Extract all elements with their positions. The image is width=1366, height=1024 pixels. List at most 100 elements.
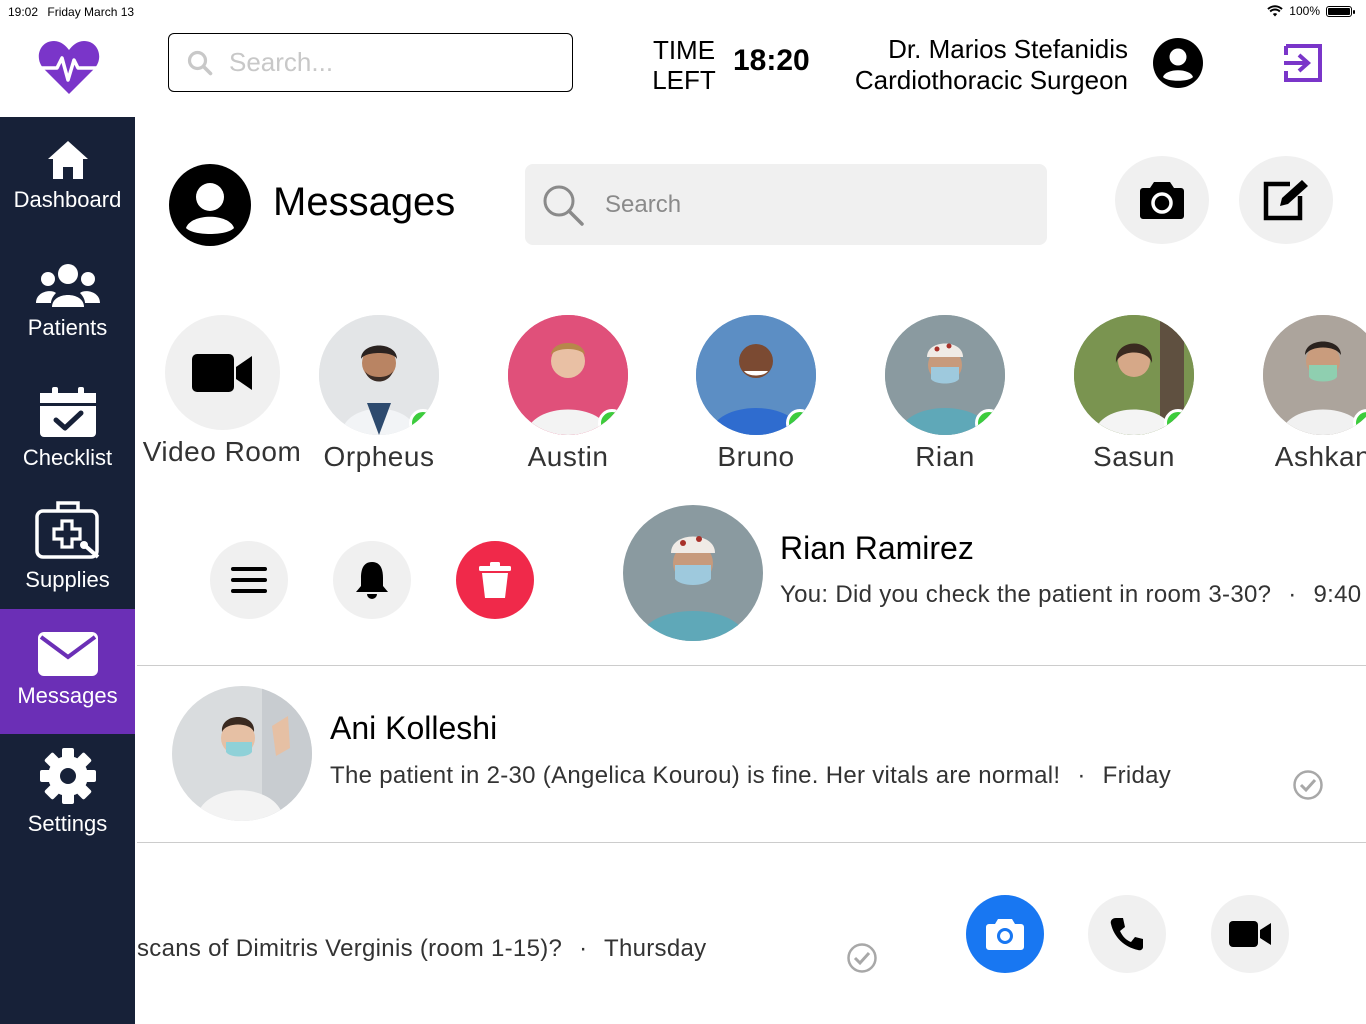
contact-name: Ashkan [1274, 441, 1366, 472]
camera-icon [1140, 182, 1184, 219]
read-check-icon [1293, 770, 1323, 800]
preview-separator: · [579, 935, 588, 962]
contact-ashkan[interactable]: Ashkan [1228, 315, 1366, 473]
avatar [508, 315, 628, 435]
avatar-photo [623, 505, 763, 641]
search-icon [187, 50, 213, 75]
time-left-label-line1: TIME [652, 35, 716, 65]
contact-austin[interactable]: Austin [473, 315, 663, 473]
edit-icon [1263, 180, 1308, 221]
preview-separator: · [1288, 581, 1297, 608]
global-search-box[interactable] [168, 33, 573, 92]
menu-button[interactable] [210, 541, 288, 619]
send-photo-button[interactable] [966, 895, 1044, 973]
video-call-button[interactable] [1211, 895, 1289, 973]
avatar [696, 315, 816, 435]
conversation-preview: You: Did you check the patient in room 3… [780, 581, 1272, 608]
online-indicator [786, 409, 814, 435]
sidebar-item-settings[interactable]: Settings [0, 747, 135, 837]
time-left-value: 18:20 [733, 44, 810, 77]
avatar-photo [1263, 315, 1366, 435]
conversation-preview-row: You: Did you check the patient in room 3… [780, 581, 1361, 609]
home-icon [47, 141, 88, 179]
bell-icon [356, 562, 388, 599]
sidebar-item-patients[interactable]: Patients [0, 263, 135, 341]
logout-icon[interactable] [1282, 42, 1324, 84]
conversation-preview-row[interactable]: scans of Dimitris Verginis (room 1-15)? … [137, 935, 706, 963]
sidebar-item-label: Dashboard [13, 187, 122, 212]
trash-icon [479, 562, 511, 598]
medical-bag-icon [34, 501, 99, 559]
avatar [319, 315, 439, 435]
sidebar-item-label: Messages [17, 683, 118, 708]
avatar-photo [172, 686, 312, 821]
video-room-button[interactable] [164, 315, 280, 430]
status-bar-right: 100% [1267, 4, 1355, 18]
sidebar-item-label: Supplies [25, 567, 110, 592]
compose-button[interactable] [1239, 156, 1333, 244]
conversation-time: 9:40 [1313, 581, 1362, 608]
sidebar-item-supplies[interactable]: Supplies [0, 499, 135, 593]
avatar [885, 315, 1005, 435]
notifications-button[interactable] [333, 541, 411, 619]
avatar[interactable] [623, 505, 763, 641]
sidebar: Dashboard Patients Checklist Supplies Me… [0, 117, 135, 1024]
contact-bruno[interactable]: Bruno [661, 315, 851, 473]
global-search-input[interactable] [227, 46, 551, 79]
battery-icon [1326, 5, 1355, 17]
messages-search-input[interactable] [603, 189, 1027, 220]
doctor-role: Cardiothoracic Surgeon [854, 65, 1128, 95]
contact-sasun[interactable]: Sasun [1039, 315, 1229, 473]
avatar [1263, 315, 1366, 435]
search-icon [543, 185, 584, 226]
contact-orpheus[interactable]: Orpheus [284, 315, 474, 473]
camera-icon [986, 919, 1024, 950]
conversation-time: Thursday [603, 935, 707, 962]
online-indicator [598, 409, 626, 435]
time-left-label: TIME LEFT [652, 35, 716, 95]
avatar [1074, 315, 1194, 435]
online-indicator [409, 409, 437, 435]
status-date: Friday March 13 [47, 5, 135, 19]
conversation-name: Ani Kolleshi [330, 710, 498, 746]
contact-name: Bruno [717, 441, 795, 472]
calendar-check-icon [39, 387, 96, 437]
video-camera-icon [192, 353, 252, 392]
online-indicator [975, 409, 1003, 435]
sidebar-item-label: Settings [27, 811, 108, 836]
messages-search-box[interactable] [525, 164, 1047, 245]
conversation-time: Friday [1102, 762, 1172, 789]
time-left-label-line2: LEFT [652, 65, 716, 95]
camera-button[interactable] [1115, 156, 1209, 244]
page-title: Messages [273, 180, 456, 224]
conversation-preview-row: The patient in 2-30 (Angelica Kourou) is… [330, 762, 1171, 790]
sidebar-item-label: Checklist [22, 445, 113, 470]
avatar [172, 686, 312, 821]
phone-icon [1110, 918, 1143, 951]
envelope-icon [37, 632, 98, 676]
delete-button[interactable] [456, 541, 534, 619]
heart-pulse-logo-icon [38, 41, 100, 94]
doctor-name: Dr. Marios Stefanidis [888, 34, 1128, 64]
video-camera-icon [1229, 921, 1271, 947]
battery-percent: 100% [1289, 4, 1320, 18]
online-indicator [1164, 409, 1192, 435]
my-avatar-icon[interactable] [169, 164, 251, 246]
contact-name: Sasun [1093, 441, 1175, 472]
conversation-row[interactable]: Ani Kolleshi The patient in 2-30 (Angeli… [137, 666, 1366, 842]
wifi-icon [1267, 5, 1283, 17]
conversation-preview: scans of Dimitris Verginis (room 1-15)? [137, 935, 563, 962]
contact-name: Austin [527, 441, 609, 472]
contact-name: Orpheus [323, 441, 435, 472]
divider [137, 842, 1366, 843]
sidebar-item-checklist[interactable]: Checklist [0, 385, 135, 471]
user-avatar-icon[interactable] [1153, 38, 1203, 88]
status-bar-left: 19:02 Friday March 13 [8, 5, 140, 19]
call-button[interactable] [1088, 895, 1166, 973]
menu-icon [231, 567, 267, 593]
sidebar-item-dashboard[interactable]: Dashboard [0, 139, 135, 213]
sidebar-item-messages[interactable]: Messages [0, 609, 135, 734]
contact-rian[interactable]: Rian [850, 315, 1040, 473]
gear-icon [39, 748, 96, 804]
sidebar-item-label: Patients [27, 315, 108, 340]
